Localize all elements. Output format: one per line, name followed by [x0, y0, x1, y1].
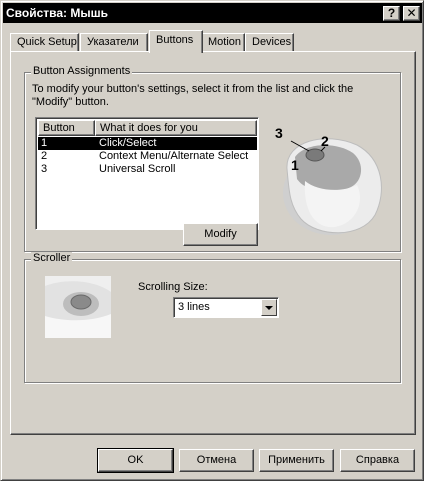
column-header-action[interactable]: What it does for you [95, 120, 257, 136]
apply-button-label: Применить [268, 454, 325, 466]
row-button-number: 2 [41, 150, 48, 162]
list-header: Button What it does for you [38, 120, 257, 136]
column-label: What it does for you [100, 122, 198, 134]
scrolling-size-value: 3 lines [178, 301, 210, 313]
tab-label: Buttons [156, 34, 194, 46]
tab-buttons[interactable]: Buttons [149, 30, 203, 53]
close-icon: ✕ [406, 6, 417, 20]
mouse-image [283, 138, 382, 235]
help-title-button[interactable]: ? [383, 6, 400, 21]
scrolling-size-select[interactable]: 3 lines [173, 297, 279, 318]
list-item[interactable]: 1 Click/Select [38, 137, 257, 150]
group-legend: Scroller [31, 252, 73, 264]
mouse-label-button-3: 3 [275, 125, 283, 141]
cancel-button-label: Отмена [196, 454, 237, 466]
tab-quick-setup[interactable]: Quick Setup [10, 33, 79, 52]
close-title-button[interactable]: ✕ [403, 6, 420, 21]
mouse-label-button-2: 2 [321, 133, 329, 149]
button-list[interactable]: Button What it does for you 1 Click/Sele… [35, 117, 259, 230]
list-item[interactable]: 3 Universal Scroll [38, 163, 257, 176]
window-title: Свойства: Мышь [6, 6, 108, 20]
modify-button-label: Modify [204, 228, 237, 240]
tab-label: Devices [252, 36, 292, 48]
tab-panel: Button Assignments To modify your button… [10, 51, 416, 435]
ok-button-label: OK [127, 454, 144, 466]
tab-label: Указатели [87, 36, 139, 48]
modify-button[interactable]: Modify [183, 223, 258, 246]
tab-pointers[interactable]: Указатели [80, 33, 148, 52]
tab-label: Quick Setup [17, 36, 77, 48]
cancel-button[interactable]: Отмена [179, 449, 254, 472]
tab-motion[interactable]: Motion [201, 33, 245, 52]
column-label: Button [43, 122, 75, 134]
apply-button[interactable]: Применить [259, 449, 334, 472]
chevron-down-icon[interactable] [261, 299, 277, 316]
row-button-number: 1 [41, 137, 48, 149]
column-header-button[interactable]: Button [38, 120, 95, 136]
tab-label: Motion [208, 36, 242, 48]
instructions-text: To modify your button's settings, select… [32, 83, 354, 108]
row-button-number: 3 [41, 163, 48, 175]
scroller-illustration [45, 276, 111, 338]
list-item[interactable]: 2 Context Menu/Alternate Select [38, 150, 257, 163]
row-action: Universal Scroll [99, 163, 176, 175]
scrolling-size-label: Scrolling Size: [138, 281, 208, 293]
mouse-illustration: 3 2 1 [265, 111, 395, 241]
ok-button[interactable]: OK [97, 448, 174, 473]
row-action: Click/Select [99, 137, 157, 149]
tab-devices[interactable]: Devices [245, 33, 294, 52]
mouse-label-button-1: 1 [291, 157, 299, 173]
row-action: Context Menu/Alternate Select [99, 150, 249, 162]
button-assignments-group: Button Assignments To modify your button… [24, 65, 401, 252]
scroll-wheel-image [45, 276, 111, 338]
help-button[interactable]: Справка [340, 449, 415, 472]
scroller-group: Scroller Scrolling Size: 3 lines [24, 252, 401, 383]
group-legend: Button Assignments [31, 65, 133, 77]
mouse-properties-window: Свойства: Мышь ? ✕ Quick Setup Указатели… [0, 0, 424, 481]
question-icon: ? [387, 6, 396, 20]
help-button-label: Справка [355, 454, 400, 466]
title-bar[interactable]: Свойства: Мышь ? ✕ [3, 3, 422, 23]
